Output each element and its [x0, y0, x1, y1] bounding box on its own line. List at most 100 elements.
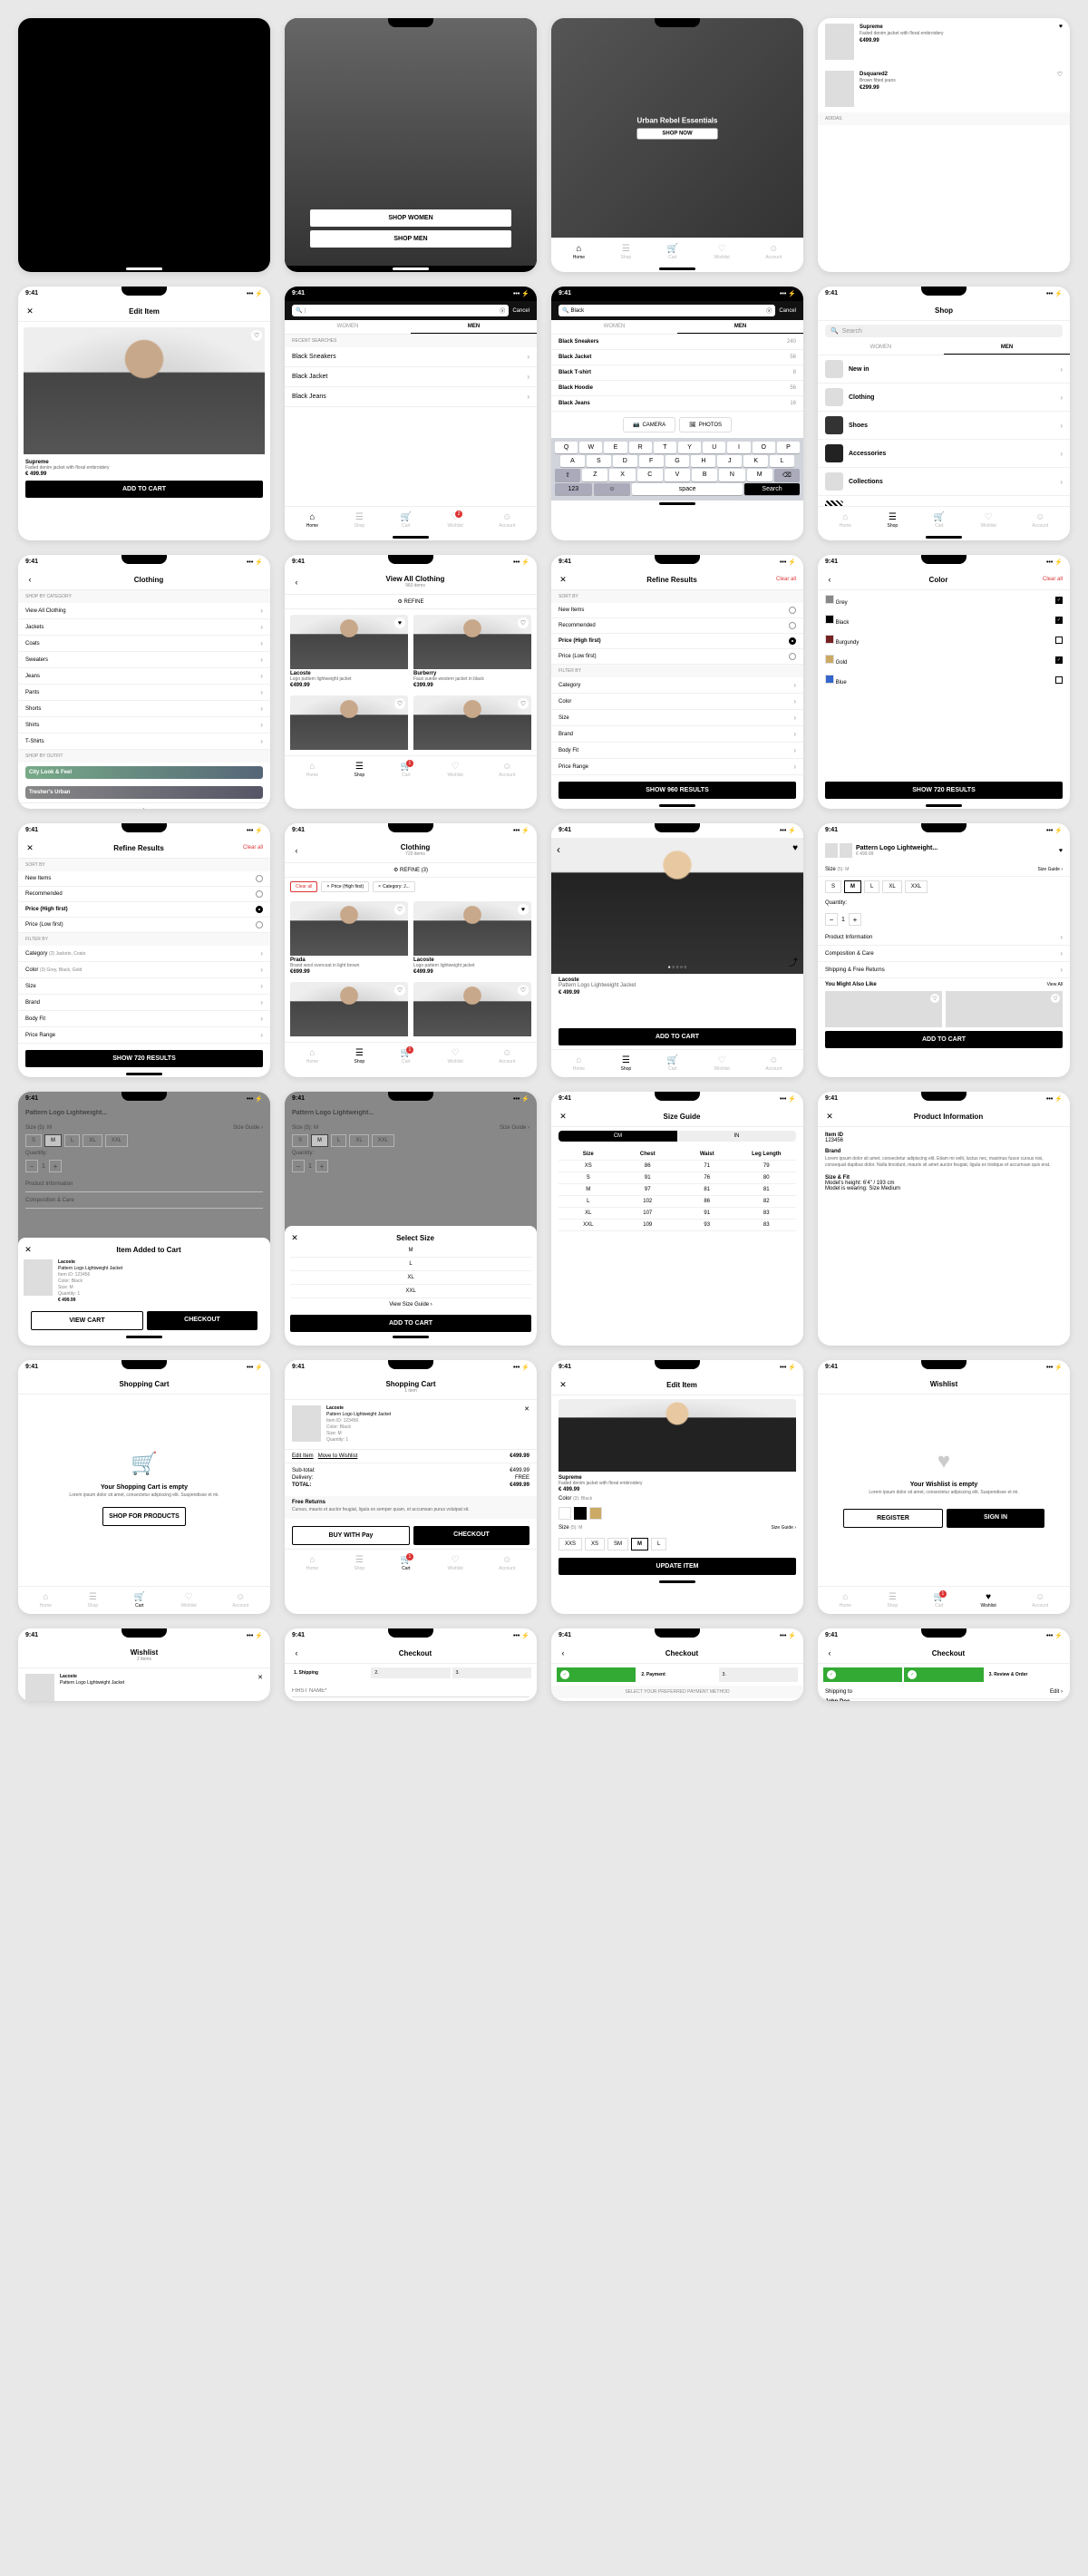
composition-link[interactable]: Composition & Care› [818, 946, 1070, 962]
sort-option[interactable]: Price (High first) [551, 634, 803, 649]
category-clothing[interactable]: Clothing› [818, 384, 1070, 412]
size-guide-link[interactable]: View Size Guide › [290, 1298, 531, 1311]
tab-women[interactable]: WOMEN [551, 320, 677, 334]
tab-women[interactable]: WOMEN [818, 341, 944, 355]
checkout-button[interactable]: CHECKOUT [413, 1526, 529, 1545]
nav-shop[interactable]: ☰Shop [621, 244, 632, 260]
product-thumb[interactable] [825, 24, 854, 60]
refine-button[interactable]: ⚙ REFINE (3) [285, 863, 537, 878]
size-m[interactable]: M [631, 1538, 648, 1550]
tab-men[interactable]: MEN [411, 320, 537, 334]
add-to-cart-button[interactable]: ADD TO CART [25, 481, 263, 498]
close-icon[interactable]: ✕ [25, 306, 34, 316]
step-payment[interactable]: ✓ [904, 1667, 983, 1682]
nav-account[interactable]: ☺Account [499, 512, 515, 529]
search-input[interactable]: 🔍|ⓧ [292, 305, 509, 316]
nav-cart[interactable]: 🛒Cart [401, 512, 412, 529]
color-option[interactable]: Grey✓ [818, 590, 1070, 610]
close-icon[interactable]: ✕ [559, 1380, 568, 1389]
back-icon[interactable]: ‹ [825, 1648, 834, 1657]
clear-icon[interactable]: ⓧ [500, 306, 505, 315]
shop-men-button[interactable]: SHOP MEN [310, 230, 511, 248]
clear-icon[interactable]: ⓧ [766, 306, 772, 315]
step-shipping[interactable]: 1. Shipping [290, 1667, 369, 1678]
size-guide-link[interactable]: Size Guide › [771, 1525, 796, 1531]
clear-all-pill[interactable]: Clear all [290, 881, 317, 892]
product-info-link[interactable]: Product Information› [818, 929, 1070, 946]
search-input[interactable]: 🔍Blackⓧ [559, 305, 775, 316]
remove-icon[interactable]: ✕ [257, 1674, 263, 1701]
color-option[interactable]: Gold✓ [818, 650, 1070, 670]
shop-products-button[interactable]: SHOP FOR PRODUCTS [102, 1507, 186, 1526]
recent-search[interactable]: Black Sneakers› [285, 347, 537, 367]
sort-option[interactable]: New Items [551, 603, 803, 618]
nav-cart[interactable]: 🛒Cart [934, 512, 945, 529]
back-icon[interactable]: ‹ [557, 843, 560, 856]
view-cart-button[interactable]: VIEW CART [31, 1311, 143, 1330]
outfit-card[interactable]: City Look & Feel [25, 766, 263, 779]
size-option[interactable]: XL [290, 1271, 531, 1285]
product-thumb[interactable] [825, 71, 854, 107]
filter-price-range[interactable]: Price Range› [551, 759, 803, 775]
filter-category[interactable]: Category (2) Jackets, Coats› [18, 946, 270, 962]
category-shoes[interactable]: Shoes› [818, 412, 1070, 440]
cat-view-all[interactable]: View All Clothing› [18, 603, 270, 619]
add-to-cart-button[interactable]: ADD TO CART [825, 1031, 1063, 1048]
step-shipping[interactable]: ✓ [823, 1667, 902, 1682]
recent-search[interactable]: Black Jeans› [285, 387, 537, 407]
back-icon[interactable]: ‹ [292, 578, 301, 587]
shop-women-button[interactable]: SHOP WOMEN [310, 209, 511, 227]
share-icon[interactable]: ⤴ [789, 955, 798, 968]
close-icon[interactable]: ✕ [559, 1112, 568, 1121]
qty-minus[interactable]: − [825, 913, 838, 926]
step-shipping[interactable]: ✓ [557, 1667, 636, 1682]
clear-all-link[interactable]: Clear all [243, 845, 263, 851]
shop-now-button[interactable]: SHOP NOW [637, 129, 718, 140]
back-icon[interactable]: ‹ [825, 575, 834, 584]
move-wishlist-link[interactable]: Move to Wishlist [318, 1453, 358, 1459]
remove-icon[interactable]: ✕ [524, 1405, 529, 1444]
size-xxs[interactable]: XXS [559, 1538, 582, 1550]
clear-all-link[interactable]: Clear all [1043, 577, 1063, 582]
size-option[interactable]: M [290, 1244, 531, 1258]
back-icon[interactable]: ‹ [292, 846, 301, 855]
outfit-card[interactable]: Tresher's Urban [25, 786, 263, 799]
show-results-button[interactable]: SHOW 960 RESULTS [559, 782, 796, 799]
wishlist-icon[interactable]: ♡ [518, 617, 529, 628]
add-to-cart-button[interactable]: ADD TO CART [290, 1315, 531, 1332]
close-icon[interactable]: ✕ [559, 575, 568, 584]
category-accessories[interactable]: Accessories› [818, 440, 1070, 468]
wishlist-icon[interactable]: ♡ [251, 330, 262, 341]
nav-shop[interactable]: ☰Shop [888, 512, 899, 529]
color-option[interactable]: Blue [818, 670, 1070, 690]
nav-wishlist[interactable]: ♡2Wishlist [448, 512, 463, 529]
heart-icon[interactable]: ♡ [1057, 71, 1063, 107]
cancel-button[interactable]: Cancel [512, 308, 529, 314]
first-name-input[interactable] [292, 1686, 529, 1697]
wishlist-icon[interactable]: ♥ [394, 617, 405, 628]
product-card[interactable]: ♡ PradaBrand wool overcoat in light brow… [290, 901, 408, 977]
color-option[interactable]: Black✓ [818, 610, 1070, 630]
edit-shipping-link[interactable]: Edit › [1050, 1689, 1063, 1695]
size-m[interactable]: M [844, 880, 861, 893]
sort-option[interactable]: Price (Low first) [551, 649, 803, 665]
product-thumb[interactable] [25, 1674, 54, 1701]
nav-home[interactable]: ⌂Home [840, 512, 851, 529]
tab-men[interactable]: MEN [944, 341, 1070, 355]
add-to-cart-button[interactable]: ADD TO CART [559, 1028, 796, 1045]
size-l[interactable]: L [651, 1538, 666, 1550]
size-l[interactable]: L [864, 880, 879, 893]
refine-button[interactable]: ⚙ REFINE [285, 595, 537, 609]
back-icon[interactable]: ‹ [292, 1648, 301, 1657]
close-icon[interactable]: ✕ [24, 1245, 33, 1254]
qty-plus[interactable]: + [849, 913, 861, 926]
tab-men[interactable]: MEN [677, 320, 803, 334]
register-button[interactable]: REGISTER [843, 1509, 943, 1528]
keyboard[interactable]: QWERTYUIOP ASDFGHJKL ⇧ZXCVBNM⌫ 123☺space… [551, 438, 803, 501]
cat-tshirts[interactable]: T-Shirts› [18, 734, 270, 750]
category-brands[interactable]: Brands› [818, 496, 1070, 506]
product-card[interactable]: ♡ BurberryFaux suede western jacket in b… [413, 615, 531, 690]
filter-pill[interactable]: × Category: J... [373, 881, 415, 892]
cat-pants[interactable]: Pants› [18, 685, 270, 701]
search-input[interactable]: 🔍Search [825, 325, 1063, 337]
